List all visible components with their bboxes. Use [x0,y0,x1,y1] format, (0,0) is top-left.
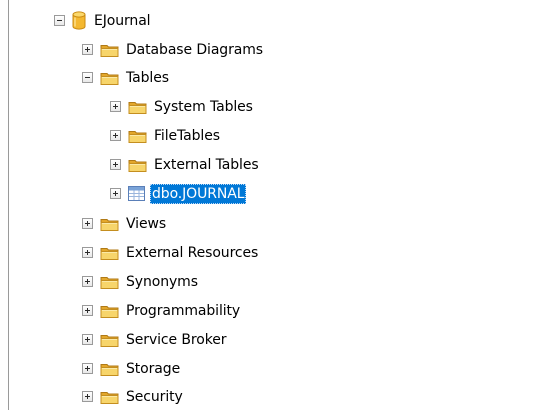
table-icon [128,186,145,201]
folder-icon [100,389,119,405]
tree-guide-line [8,0,9,410]
tree-node-label: Tables [126,69,169,86]
tree-node-external-tables[interactable]: External Tables [110,151,261,178]
folder-icon [128,128,147,144]
folder-icon [100,303,119,319]
folder-icon [100,245,119,261]
tree-node-dbo-journal[interactable]: dbo.JOURNAL [110,180,247,207]
tree-node-ejournal[interactable]: EJournal [54,7,152,34]
tree-node-label: Views [126,215,167,232]
expand-toggle-icon[interactable] [82,305,93,316]
tree-node-label: System Tables [154,98,253,115]
folder-icon [100,42,119,58]
folder-icon [100,332,119,348]
tree-node-database-diagrams[interactable]: Database Diagrams [82,36,265,63]
expand-toggle-icon[interactable] [110,101,121,112]
folder-icon [100,216,119,232]
collapse-toggle-icon[interactable] [54,15,65,26]
tree-node-label: FileTables [154,127,220,144]
tree-node-views[interactable]: Views [82,210,168,237]
tree-node-tables[interactable]: Tables [82,64,171,91]
tree-node-label: Database Diagrams [126,41,263,58]
expand-toggle-icon[interactable] [82,44,93,55]
expand-toggle-icon[interactable] [110,188,121,199]
tree-node-filetables[interactable]: FileTables [110,122,222,149]
tree-node-label: External Resources [126,244,259,261]
expand-toggle-icon[interactable] [82,391,93,402]
tree-node-external-resources[interactable]: External Resources [82,239,260,266]
tree-node-label-selected: dbo.JOURNAL [150,183,247,204]
expand-toggle-icon[interactable] [82,247,93,258]
expand-toggle-icon[interactable] [82,218,93,229]
tree-node-programmability[interactable]: Programmability [82,297,242,324]
tree-node-security[interactable]: Security [82,383,185,410]
tree-node-label: Synonyms [126,273,198,290]
expand-toggle-icon[interactable] [82,334,93,345]
tree-node-synonyms[interactable]: Synonyms [82,268,200,295]
expand-toggle-icon[interactable] [110,130,121,141]
folder-icon [128,99,147,115]
tree-node-label: Security [126,388,183,405]
tree-node-service-broker[interactable]: Service Broker [82,326,228,353]
collapse-toggle-icon[interactable] [82,72,93,83]
folder-icon [100,274,119,290]
tree-node-system-tables[interactable]: System Tables [110,93,255,120]
tree-node-label: Programmability [126,302,241,319]
tree-node-label: External Tables [154,156,259,173]
expand-toggle-icon[interactable] [82,276,93,287]
object-explorer-tree: EJournal Database Diagrams Tables System… [0,0,520,410]
tree-node-label: Service Broker [126,331,227,348]
tree-node-storage[interactable]: Storage [82,355,182,382]
tree-node-label: EJournal [94,12,151,29]
folder-icon [100,361,119,377]
folder-icon [100,70,119,86]
expand-toggle-icon[interactable] [82,363,93,374]
database-icon [72,11,86,30]
expand-toggle-icon[interactable] [110,159,121,170]
tree-node-label: Storage [126,360,181,377]
folder-icon [128,157,147,173]
